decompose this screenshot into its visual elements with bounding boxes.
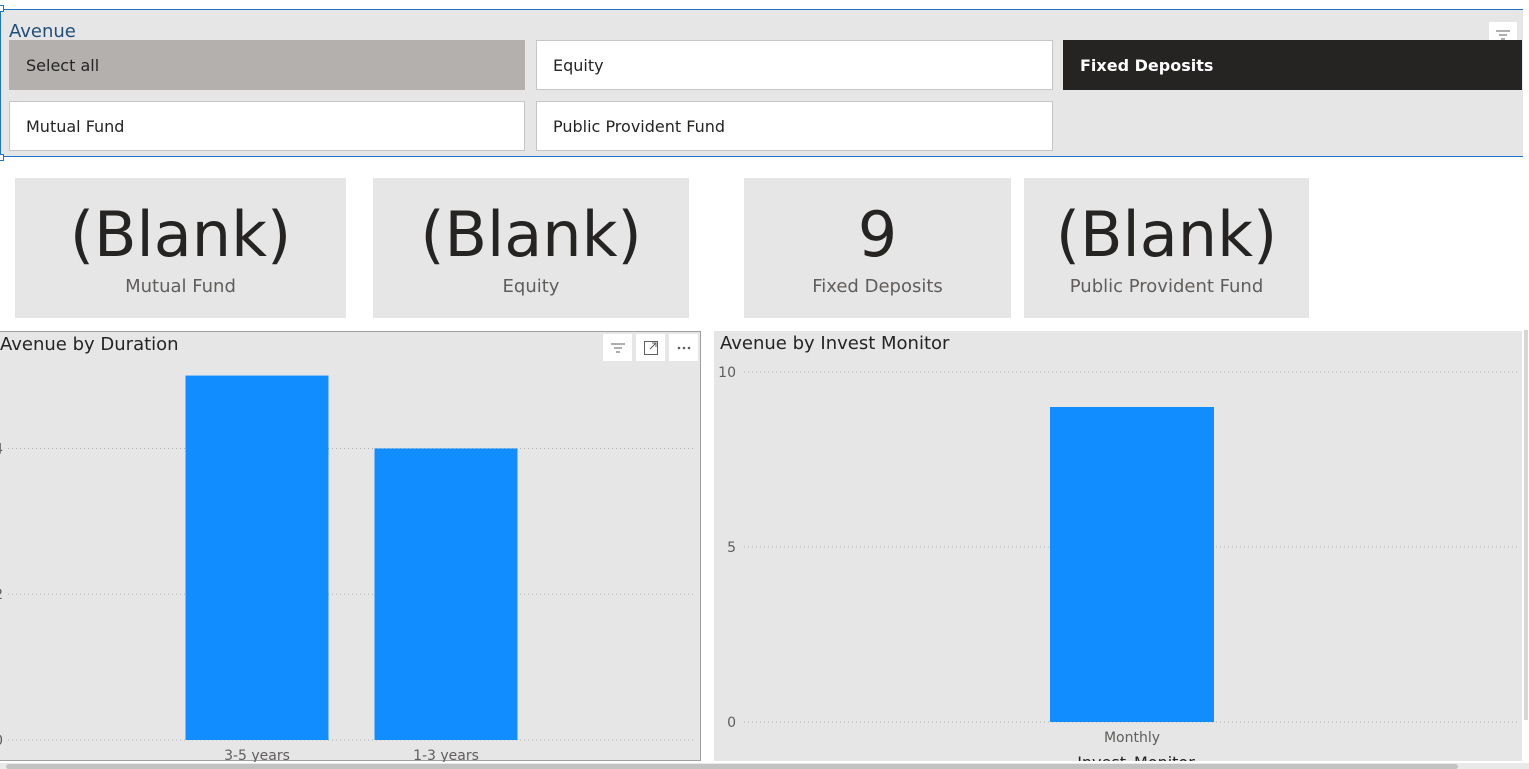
slicer-option-label: Mutual Fund <box>26 116 125 136</box>
card-label: Mutual Fund <box>125 275 236 297</box>
card-label: Public Provident Fund <box>1069 275 1264 297</box>
slicer-option-label: Equity <box>553 55 604 75</box>
card-label: Fixed Deposits <box>812 275 943 297</box>
y-tick-label: 0 <box>727 715 736 731</box>
card-value: (Blank) <box>1055 197 1278 271</box>
slicer-option-label: Select all <box>26 55 100 75</box>
chart-avenue-by-duration[interactable]: Avenue by Duration 0243-5 years1-3 year <box>0 331 701 762</box>
vertical-scrollbar[interactable] <box>1524 330 1528 720</box>
x-tick-label: 3-5 years <box>224 748 290 762</box>
x-axis-title: Invest_Monitor <box>1077 753 1195 761</box>
resize-handle-top-left[interactable] <box>0 5 4 12</box>
slicer-option-label: Public Provident Fund <box>553 116 725 136</box>
slicer-title: Avenue <box>9 21 76 42</box>
card-mutual-fund[interactable]: (Blank) Mutual Fund <box>15 178 346 318</box>
card-fixed-deposits[interactable]: 9 Fixed Deposits <box>744 178 1011 318</box>
y-tick-label: 2 <box>0 587 3 603</box>
selection-border <box>0 9 1 159</box>
x-tick-label: 1-3 years <box>413 748 479 762</box>
y-tick-label: 4 <box>0 441 3 457</box>
slicer-option-public-provident-fund[interactable]: Public Provident Fund <box>536 101 1053 151</box>
card-value: 9 <box>857 197 898 271</box>
slicer-option-label: Fixed Deposits <box>1080 55 1214 75</box>
slicer-option-mutual-fund[interactable]: Mutual Fund <box>9 101 525 151</box>
card-value: (Blank) <box>420 197 642 271</box>
slicer-option-fixed-deposits[interactable]: Fixed Deposits <box>1063 40 1522 90</box>
chart-plot-area: 0 5 10 Monthly Invest_Monitor <box>718 365 1520 761</box>
y-tick-label: 10 <box>718 365 736 381</box>
card-public-provident-fund[interactable]: (Blank) Public Provident Fund <box>1024 178 1309 318</box>
slicer-option-select-all[interactable]: Select all <box>9 40 525 90</box>
resize-handle-bottom-left[interactable] <box>0 154 4 161</box>
bar <box>374 448 518 740</box>
y-tick-label: 5 <box>727 540 736 556</box>
card-value: (Blank) <box>69 197 292 271</box>
chart-plot-area: 0 2 4 3-5 years 1-3 years <box>0 375 695 762</box>
y-tick-label: 0 <box>0 733 3 749</box>
bar <box>185 375 329 740</box>
chart-avenue-by-invest-monitor[interactable]: Avenue by Invest Monitor 0510MonthlyInve… <box>714 331 1522 761</box>
x-tick-label: Monthly <box>1104 730 1160 746</box>
card-label: Equity <box>502 275 560 297</box>
slicer-option-equity[interactable]: Equity <box>536 40 1053 90</box>
bar <box>1050 407 1214 722</box>
horizontal-scrollbar-thumb[interactable] <box>6 764 1458 769</box>
card-equity[interactable]: (Blank) Equity <box>373 178 689 318</box>
